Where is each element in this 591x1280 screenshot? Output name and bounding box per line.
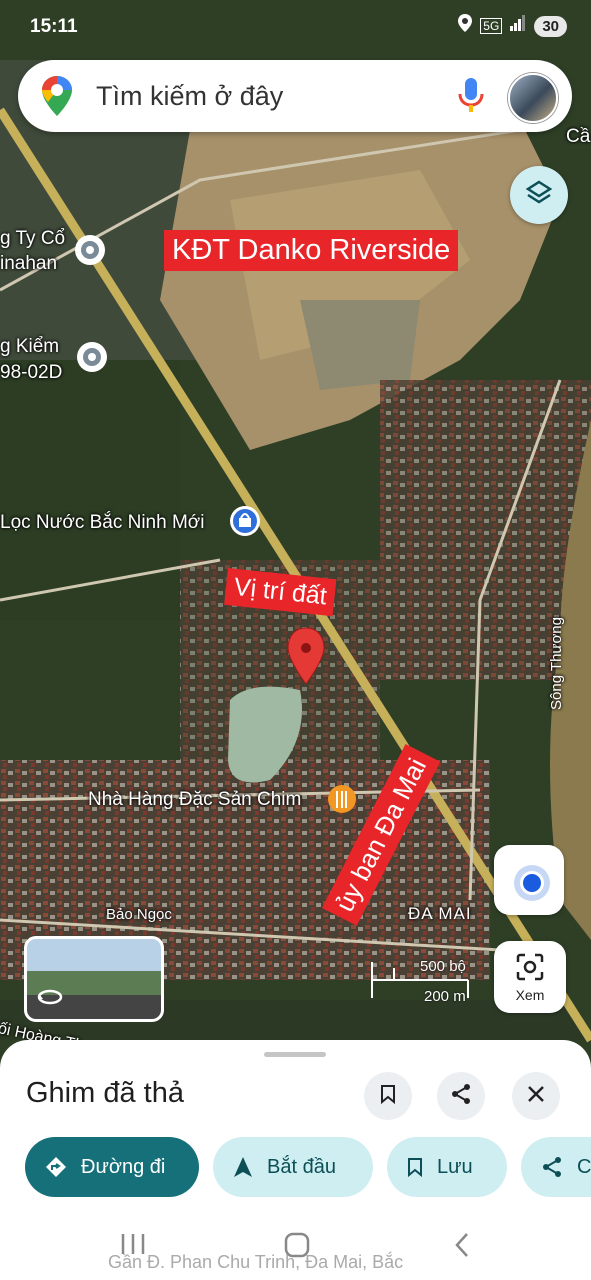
account-avatar[interactable] xyxy=(508,73,558,123)
bookmark-icon xyxy=(380,1084,396,1109)
maps-logo-icon xyxy=(42,76,72,121)
shopping-marker-icon[interactable] xyxy=(230,506,260,536)
layers-button[interactable] xyxy=(510,166,568,224)
scale-imperial: 500 bộ xyxy=(420,958,466,975)
start-button[interactable]: Bắt đầu xyxy=(213,1137,373,1197)
share-icon xyxy=(541,1156,563,1178)
scale-metric: 200 m xyxy=(424,988,466,1005)
map-label: g Kiểm xyxy=(0,336,60,357)
map-label: Nhà Hàng Đặc Sản Chim xyxy=(88,789,302,810)
poi-marker-icon[interactable] xyxy=(77,342,107,372)
map-label: ĐA MAI xyxy=(408,904,472,923)
close-icon xyxy=(527,1085,545,1108)
search-bar[interactable]: Tìm kiếm ở đây xyxy=(18,60,572,132)
close-button[interactable] xyxy=(512,1072,560,1120)
rotate-360-icon xyxy=(37,987,63,1012)
share-chip[interactable]: C xyxy=(521,1137,591,1197)
drag-handle[interactable] xyxy=(264,1052,326,1057)
battery-indicator: 30 xyxy=(534,15,567,37)
search-input[interactable]: Tìm kiếm ở đây xyxy=(96,81,283,112)
lens-icon xyxy=(516,953,544,986)
annotation-danko-riverside: KĐT Danko Riverside xyxy=(164,230,459,271)
navigation-arrow-icon xyxy=(233,1156,253,1178)
layers-icon xyxy=(525,179,553,212)
home-icon[interactable] xyxy=(284,1232,310,1263)
start-label: Bắt đầu xyxy=(267,1155,336,1178)
location-dot-icon xyxy=(520,871,544,895)
view-button-label: Xem xyxy=(515,987,545,1003)
map-label: 98-02D xyxy=(0,362,63,383)
recent-apps-icon[interactable] xyxy=(120,1232,146,1261)
status-bar: 15:11 5G 30 xyxy=(0,0,591,56)
microphone-icon[interactable] xyxy=(458,78,484,119)
status-time: 15:11 xyxy=(30,16,78,37)
map-label: Lọc Nước Bắc Ninh Mới xyxy=(0,512,205,533)
restaurant-marker-icon[interactable] xyxy=(328,785,356,813)
sheet-title: Ghim đã thả xyxy=(26,1077,184,1109)
map-label: inahan xyxy=(0,253,58,274)
back-icon[interactable] xyxy=(454,1232,470,1263)
system-nav-bar xyxy=(0,1220,591,1280)
signal-icon xyxy=(510,15,526,37)
directions-button[interactable]: Đường đi xyxy=(25,1137,199,1197)
save-chip[interactable]: Lưu xyxy=(387,1137,507,1197)
map-label: Bảo Ngọc xyxy=(106,906,172,923)
share-button[interactable] xyxy=(437,1072,485,1120)
share-label: C xyxy=(577,1155,591,1178)
map-label: g Ty Cổ xyxy=(0,228,66,249)
street-view-thumbnail[interactable] xyxy=(24,936,164,1022)
directions-icon xyxy=(45,1156,67,1178)
poi-marker-icon[interactable] xyxy=(75,235,105,265)
save-label: Lưu xyxy=(437,1155,473,1178)
network-type: 5G xyxy=(480,18,503,34)
directions-label: Đường đi xyxy=(81,1155,166,1178)
map-label: Sông Thương xyxy=(548,617,565,710)
share-icon xyxy=(450,1083,472,1110)
location-status-icon xyxy=(458,14,473,38)
bookmark-icon xyxy=(407,1157,423,1177)
view-button[interactable]: Xem xyxy=(494,941,566,1013)
map-label: Cầ xyxy=(566,126,591,147)
my-location-button[interactable] xyxy=(494,845,564,915)
save-button[interactable] xyxy=(364,1072,412,1120)
